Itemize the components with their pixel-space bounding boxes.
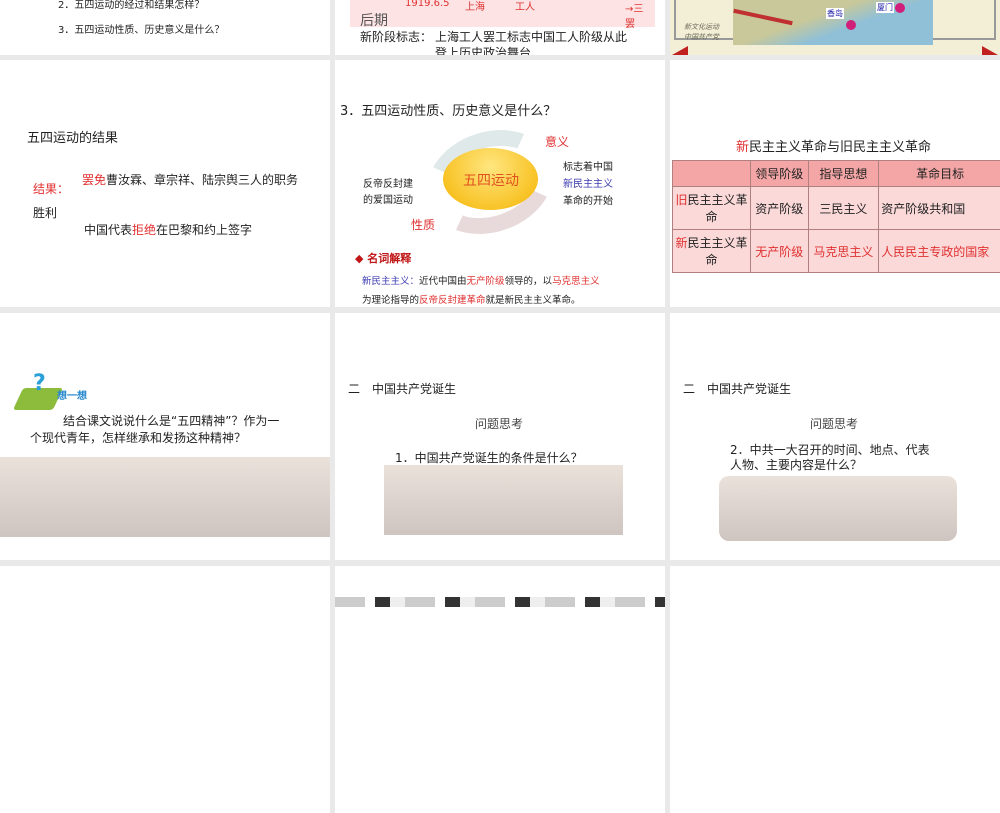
- prompt-text-1: 结合课文说说什么是“五四精神”？作为一: [63, 412, 279, 429]
- result-label: 结果：: [33, 180, 69, 197]
- table-header: 革命目标: [879, 161, 1000, 187]
- question-3: 3．五四运动性质、历史意义是什么？: [58, 21, 224, 36]
- question: 1．中国共产党诞生的条件是什么？: [395, 449, 583, 466]
- slide-thumbnail-5[interactable]: 3．五四运动性质、历史意义是什么？ 五四运动 意义 性质 反帝反封建 的爱国运动…: [335, 60, 665, 307]
- section-title: 二 中国共产党诞生: [683, 380, 791, 397]
- prev-arrow-icon[interactable]: [672, 46, 688, 55]
- result-line-2: 中国代表拒绝在巴黎和约上签字: [84, 221, 252, 238]
- image-placeholder: [719, 476, 957, 541]
- map-image: 香岛 厦门: [733, 0, 933, 45]
- place: 上海: [465, 0, 485, 13]
- prompt-text-2: 个现代青年，怎样继承和发扬这种精神？: [30, 429, 246, 446]
- center-label: 五四运动: [463, 170, 519, 190]
- map-border: [733, 9, 793, 25]
- table-cell: 资产阶级共和国: [879, 187, 1000, 230]
- table-cell: 旧民主主义革命: [673, 187, 751, 230]
- slide-title: 五四运动的结果: [27, 127, 118, 146]
- result-line-1: 罢免曹汝霖、章宗祥、陆宗舆三人的职务: [82, 171, 298, 188]
- table-header: 指导思想: [808, 161, 879, 187]
- mark-label: 新阶段标志：: [360, 28, 432, 45]
- slide-thumbnail-2[interactable]: 1919.6.5 上海 工人 →三罢 后期 新阶段标志： 上海工人罢工标志中国工…: [335, 0, 665, 55]
- table-row: 新民主主义革命 无产阶级 马克思主义 人民民主专政的国家: [673, 230, 1000, 273]
- meaning-text: 革命的开始: [563, 192, 613, 207]
- table-cell: 无产阶级: [751, 230, 809, 273]
- legend-item: 中国共产党: [684, 32, 719, 42]
- slide-thumbnail-7[interactable]: ? 想一想 结合课文说说什么是“五四精神”？作为一 个现代青年，怎样继承和发扬这…: [0, 313, 330, 560]
- period: 后期: [360, 10, 388, 30]
- meaning-text: 新民主主义: [563, 175, 613, 190]
- comparison-table: 领导阶级 指导思想 革命目标 旧民主主义革命 资产阶级 三民主义 资产阶级共和国…: [672, 160, 1000, 273]
- slide-thumbnail-6[interactable]: 新民主主义革命与旧民主主义革命 领导阶级 指导思想 革命目标 旧民主主义革命 资…: [670, 60, 1000, 307]
- city-label: 香岛: [826, 8, 844, 19]
- arrow-note: →三罢: [625, 0, 645, 30]
- meaning-label: 意义: [545, 133, 569, 150]
- definition-line-1: 新民主主义：近代中国由无产阶级领导的，以马克思主义: [362, 273, 600, 287]
- slide-thumbnail-11[interactable]: [335, 566, 665, 813]
- table-cell: 人民民主专政的国家: [879, 230, 1000, 273]
- table-cell: 马克思主义: [808, 230, 879, 273]
- nature-text: 反帝反封建: [363, 175, 413, 190]
- result-win: 胜利: [33, 204, 57, 221]
- next-arrow-icon[interactable]: [982, 46, 998, 55]
- city-marker: [846, 20, 856, 30]
- meaning-text: 标志着中国: [563, 158, 613, 173]
- photo-strip: [335, 597, 665, 607]
- slide-thumbnail-9[interactable]: 二 中国共产党诞生 问题思考 2．中共一大召开的时间、地点、代表 人物、主要内容…: [670, 313, 1000, 560]
- think-heading: 想一想: [57, 387, 87, 402]
- slide-thumbnail-10[interactable]: [0, 566, 330, 813]
- slide-title: 3．五四运动性质、历史意义是什么？: [340, 100, 556, 119]
- class: 工人: [515, 0, 535, 13]
- table-cell: 三民主义: [808, 187, 879, 230]
- table-header: [673, 161, 751, 187]
- section-title: 二 中国共产党诞生: [348, 380, 456, 397]
- table-header: 领导阶级: [751, 161, 809, 187]
- subheading: 问题思考: [475, 415, 523, 432]
- city-marker: [895, 3, 905, 13]
- date: 1919.6.5: [405, 0, 450, 9]
- question-line-2: 人物、主要内容是什么？: [730, 456, 862, 473]
- question-2: 2．五四运动的经过和结果怎样？: [58, 0, 204, 11]
- slide-thumbnail-3[interactable]: 香岛 厦门 新文化运动 中国共产党: [670, 0, 1000, 55]
- table-cell: 新民主主义革命: [673, 230, 751, 273]
- slide-title: 新民主主义革命与旧民主主义革命: [736, 136, 931, 155]
- timeline-table-bg: [350, 0, 655, 27]
- slide-thumbnail-4[interactable]: 五四运动的结果 结果： 胜利 罢免曹汝霖、章宗祥、陆宗舆三人的职务 中国代表拒绝…: [0, 60, 330, 307]
- definition-line-2: 为理论指导的反帝反封建革命就是新民主主义革命。: [362, 292, 581, 306]
- mark-text-1: 上海工人罢工标志中国工人阶级从此: [435, 28, 627, 45]
- question-mark-icon: ?: [33, 371, 46, 396]
- legend-item: 新文化运动: [684, 22, 719, 32]
- city-label: 厦门: [876, 2, 894, 13]
- image-placeholder: [384, 465, 623, 535]
- subheading: 问题思考: [810, 415, 858, 432]
- table-cell: 资产阶级: [751, 187, 809, 230]
- mark-text-2: 登上历史政治舞台: [435, 44, 531, 55]
- nature-text: 的爱国运动: [363, 191, 413, 206]
- table-row: 旧民主主义革命 资产阶级 三民主义 资产阶级共和国: [673, 187, 1000, 230]
- image-placeholder: [0, 457, 330, 537]
- diamond-icon: ◆: [355, 252, 367, 265]
- slide-thumbnail-8[interactable]: 二 中国共产党诞生 问题思考 1．中国共产党诞生的条件是什么？: [335, 313, 665, 560]
- slide-thumbnail-1[interactable]: 2．五四运动的经过和结果怎样？ 3．五四运动性质、历史意义是什么？: [0, 0, 330, 55]
- nature-label: 性质: [411, 216, 435, 233]
- slide-thumbnail-12[interactable]: [670, 566, 1000, 813]
- term-heading: ◆ 名词解释: [355, 250, 411, 266]
